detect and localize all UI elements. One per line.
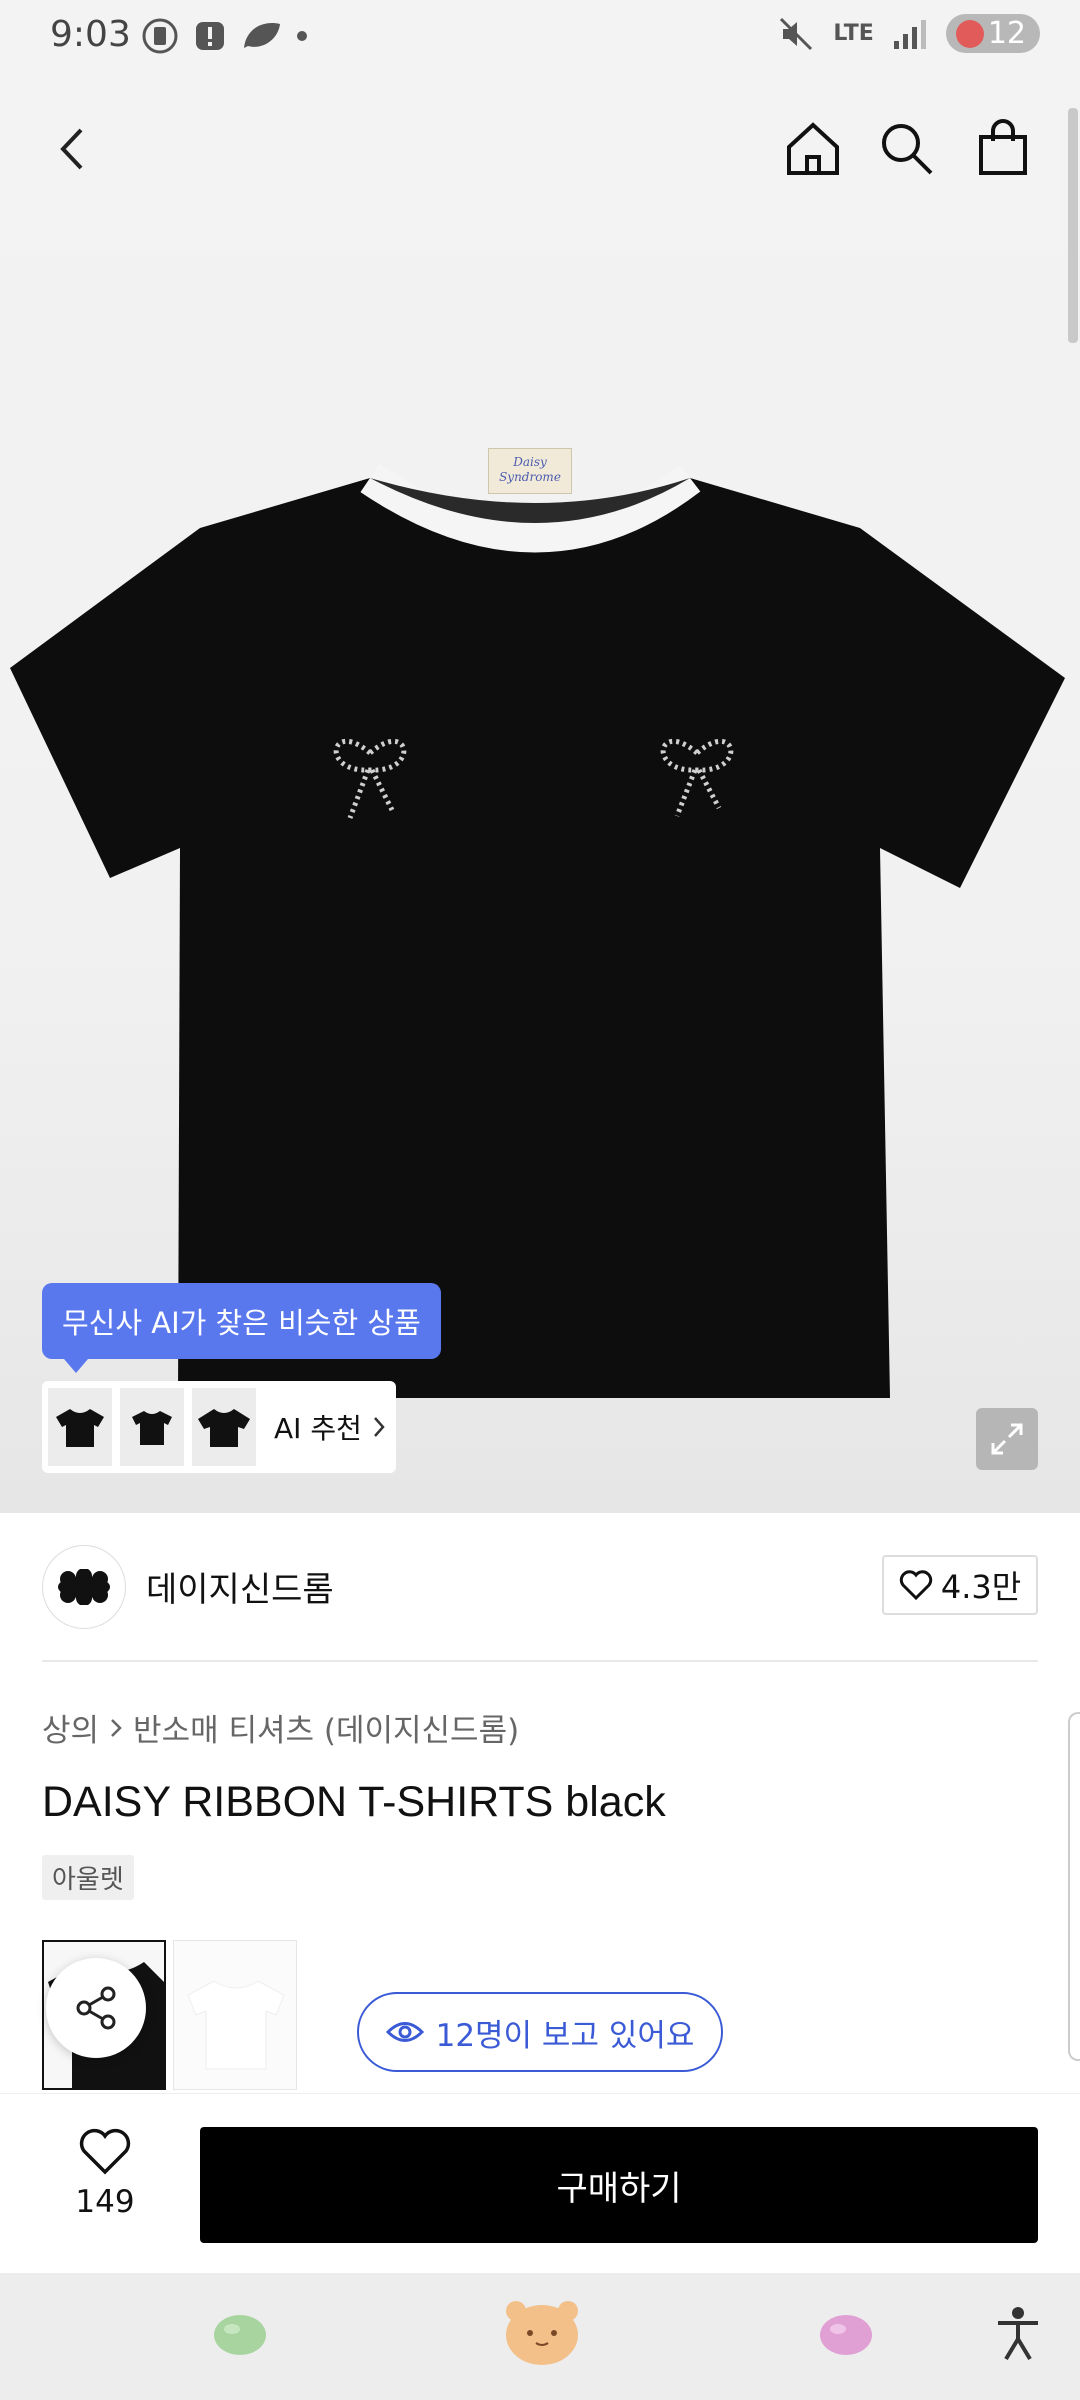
accessibility-icon[interactable]	[992, 2305, 1044, 2361]
bear-face-icon[interactable]	[502, 2295, 582, 2367]
neck-label: Daisy Syndrome	[488, 448, 572, 494]
brand-like-button[interactable]: 4.3만	[882, 1555, 1038, 1615]
breadcrumb-subcategory[interactable]: 반소매 티셔츠 (데이지신드롬)	[133, 1705, 519, 1750]
product-title: DAISY RIBBON T-SHIRTS black	[42, 1778, 666, 1826]
tshirt-thumb-icon	[198, 1409, 250, 1447]
pink-bean-icon[interactable]	[816, 2303, 876, 2363]
tshirt-thumb-icon	[132, 1411, 172, 1445]
wish-count: 149	[75, 2184, 135, 2220]
system-nav-bar	[0, 2273, 1080, 2400]
status-right: LTE 12	[777, 14, 1040, 53]
cart-button[interactable]	[966, 112, 1040, 186]
brand-like-count: 4.3만	[940, 1568, 1022, 1606]
breadcrumb: 상의 반소매 티셔츠 (데이지신드롬)	[42, 1705, 519, 1750]
ai-recommend-text: AI 추천	[274, 1412, 362, 1445]
eye-icon	[385, 2022, 424, 2042]
brand-name[interactable]: 데이지신드롬	[146, 1562, 334, 1611]
shopping-bag-icon	[979, 119, 1027, 175]
side-handle[interactable]	[1068, 1712, 1080, 2061]
notification-icons	[140, 16, 310, 56]
t-shirt-image	[10, 463, 1065, 1398]
home-button[interactable]	[776, 112, 850, 186]
share-button[interactable]	[46, 1958, 146, 2058]
expand-image-button[interactable]	[976, 1408, 1038, 1470]
breadcrumb-category[interactable]: 상의	[42, 1705, 99, 1750]
brand-logo[interactable]	[42, 1545, 126, 1629]
signal-icon	[893, 19, 926, 49]
daisy-logo-icon	[58, 1569, 110, 1605]
expand-icon	[991, 1423, 1023, 1455]
search-icon	[882, 124, 933, 175]
ai-thumb-3[interactable]	[192, 1388, 256, 1466]
scrollbar[interactable]	[1068, 108, 1078, 343]
ai-thumb-1[interactable]	[48, 1388, 112, 1466]
ai-recommend-button[interactable]: AI 추천	[42, 1381, 396, 1473]
heart-icon	[79, 2128, 131, 2175]
outlet-badge: 아울렛	[42, 1855, 134, 1900]
tshirt-white-thumb	[187, 1980, 285, 2070]
viewers-badge: 12명이 보고 있어요	[357, 1992, 723, 2072]
ai-recommend-label[interactable]: AI 추천	[274, 1407, 386, 1447]
product-image-area[interactable]: Daisy Syndrome 무신사 AI가 찾은 비슷한 상품 AI 추천	[0, 78, 1080, 1513]
green-bean-icon[interactable]	[210, 2303, 270, 2363]
leaf-icon	[244, 23, 280, 48]
buy-button[interactable]: 구매하기	[200, 2127, 1038, 2243]
status-bar: 9:03 LTE 12	[0, 0, 1080, 78]
status-time: 9:03	[50, 14, 131, 55]
search-button[interactable]	[870, 112, 944, 186]
divider	[42, 1660, 1038, 1662]
alert-icon	[196, 22, 224, 50]
dot-icon	[297, 31, 307, 41]
home-icon	[787, 122, 839, 175]
battery-indicator: 12	[945, 14, 1040, 53]
wish-button[interactable]: 149	[42, 2128, 168, 2220]
back-button[interactable]	[36, 112, 110, 186]
mute-icon	[780, 17, 813, 50]
chevron-right-icon	[111, 1718, 122, 1737]
ai-tooltip: 무신사 AI가 찾은 비슷한 상품	[42, 1283, 441, 1373]
battery-fill-icon	[955, 19, 984, 48]
viewers-text: 12명이 보고 있어요	[435, 2017, 695, 2054]
share-icon	[76, 1986, 116, 2030]
chevron-right-icon	[373, 1417, 385, 1437]
color-option-white[interactable]	[173, 1940, 297, 2090]
sim-icon	[142, 18, 178, 54]
ai-thumb-2[interactable]	[120, 1388, 184, 1466]
tshirt-thumb-icon	[56, 1409, 104, 1447]
chevron-left-icon	[60, 128, 83, 170]
heart-icon	[899, 1570, 932, 1600]
network-type: LTE	[833, 21, 874, 46]
battery-level: 12	[987, 16, 1026, 51]
